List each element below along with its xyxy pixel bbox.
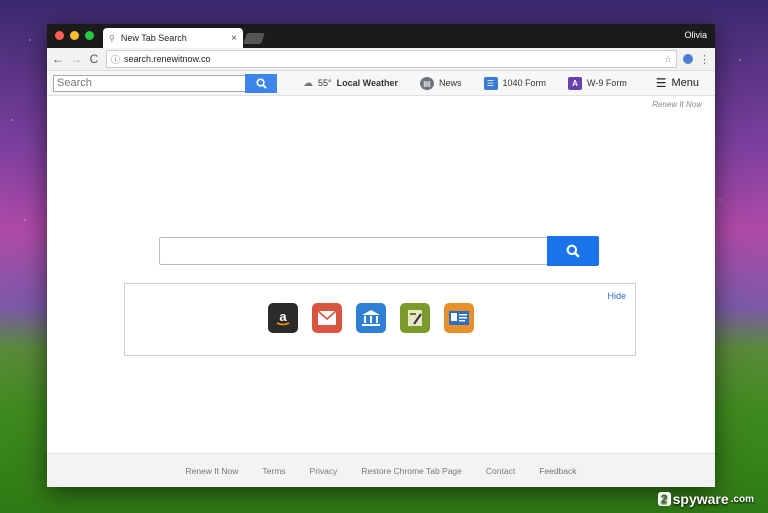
toolbar-menu-button[interactable]: ☰ Menu bbox=[656, 76, 699, 90]
id-card-icon[interactable] bbox=[444, 303, 474, 333]
watermark-text: spyware bbox=[672, 491, 729, 507]
browser-window: ⚲ New Tab Search × Olivia ← → C ⓘ search… bbox=[47, 24, 715, 487]
watermark-suffix: .com bbox=[730, 493, 754, 505]
news-link[interactable]: ▤ News bbox=[419, 76, 462, 90]
url-text: search.renewitnow.co bbox=[124, 54, 211, 64]
search-icon bbox=[255, 77, 267, 89]
footer-link-contact[interactable]: Contact bbox=[486, 466, 515, 476]
address-bar-row: ← → C ⓘ search.renewitnow.co ☆ ⋮ bbox=[47, 48, 715, 71]
new-tab-button[interactable] bbox=[242, 33, 266, 44]
toolbar-search-button[interactable] bbox=[245, 73, 277, 93]
watermark: 2 spyware .com bbox=[657, 491, 754, 507]
mail-icon[interactable] bbox=[312, 303, 342, 333]
bank-icon: ☰ bbox=[483, 76, 498, 90]
window-controls bbox=[55, 31, 94, 40]
toolbar-search-input[interactable]: Search bbox=[53, 74, 245, 92]
minimize-window-button[interactable] bbox=[70, 31, 79, 40]
w9-form-icon: A bbox=[568, 76, 583, 90]
info-icon: ⓘ bbox=[111, 54, 121, 65]
main-search bbox=[159, 236, 599, 266]
1040-form-link[interactable]: ☰ 1040 Form bbox=[483, 76, 547, 90]
footer-link-privacy[interactable]: Privacy bbox=[310, 466, 338, 476]
extension-icon[interactable] bbox=[683, 54, 693, 64]
weather-label: Local Weather bbox=[336, 78, 398, 88]
search-icon: ⚲ bbox=[109, 33, 115, 43]
main-search-input[interactable] bbox=[159, 237, 547, 265]
main-search-button[interactable] bbox=[547, 236, 599, 266]
hamburger-icon: ☰ bbox=[655, 76, 667, 90]
1040-form-label: 1040 Form bbox=[502, 78, 547, 88]
footer-link-terms[interactable]: Terms bbox=[262, 466, 285, 476]
address-bar[interactable]: ⓘ search.renewitnow.co ☆ bbox=[106, 50, 677, 68]
page-footer: Renew It Now Terms Privacy Restore Chrom… bbox=[47, 453, 715, 487]
search-icon bbox=[566, 244, 580, 258]
close-window-button[interactable] bbox=[55, 31, 64, 40]
extension-toolbar: Search ☁ 55° Local Weather ▤ News ☰ 1040… bbox=[47, 71, 715, 96]
svg-text:a: a bbox=[279, 309, 287, 324]
amazon-icon[interactable]: a bbox=[268, 303, 298, 333]
footer-link-feedback[interactable]: Feedback bbox=[539, 466, 576, 476]
title-bar: ⚲ New Tab Search × Olivia bbox=[47, 24, 715, 48]
forward-button[interactable]: → bbox=[70, 52, 82, 66]
back-button[interactable]: ← bbox=[52, 52, 64, 66]
bookmark-star-icon[interactable]: ☆ bbox=[664, 54, 672, 65]
weather-temperature: 55° bbox=[318, 78, 332, 88]
maximize-window-button[interactable] bbox=[85, 31, 94, 40]
cloud-icon: ☁ bbox=[303, 77, 313, 89]
w9-form-link[interactable]: A W-9 Form bbox=[568, 76, 627, 90]
renew-it-now-link[interactable]: Renew It Now bbox=[652, 100, 702, 109]
footer-link-restore-chrome-tab[interactable]: Restore Chrome Tab Page bbox=[361, 466, 461, 476]
shortcut-icons: a bbox=[268, 303, 474, 333]
menu-label: Menu bbox=[671, 77, 699, 89]
hide-shortcuts-link[interactable]: Hide bbox=[607, 291, 626, 301]
browser-tab[interactable]: ⚲ New Tab Search × bbox=[103, 28, 243, 48]
shortcuts-panel: Hide a bbox=[124, 283, 636, 356]
profile-name[interactable]: Olivia bbox=[684, 30, 707, 40]
news-label: News bbox=[438, 78, 462, 88]
tax-form-icon[interactable] bbox=[400, 303, 430, 333]
tab-title: New Tab Search bbox=[120, 33, 187, 43]
footer-link-renew-it-now[interactable]: Renew It Now bbox=[185, 466, 238, 476]
reload-button[interactable]: C bbox=[88, 52, 100, 66]
bank-icon[interactable] bbox=[356, 303, 386, 333]
browser-menu-icon[interactable]: ⋮ bbox=[699, 53, 710, 66]
watermark-prefix: 2 bbox=[657, 492, 671, 506]
newspaper-icon: ▤ bbox=[419, 76, 434, 90]
tab-close-button[interactable]: × bbox=[231, 33, 237, 44]
local-weather-link[interactable]: ☁ 55° Local Weather bbox=[303, 78, 398, 89]
w9-form-label: W-9 Form bbox=[587, 78, 627, 88]
